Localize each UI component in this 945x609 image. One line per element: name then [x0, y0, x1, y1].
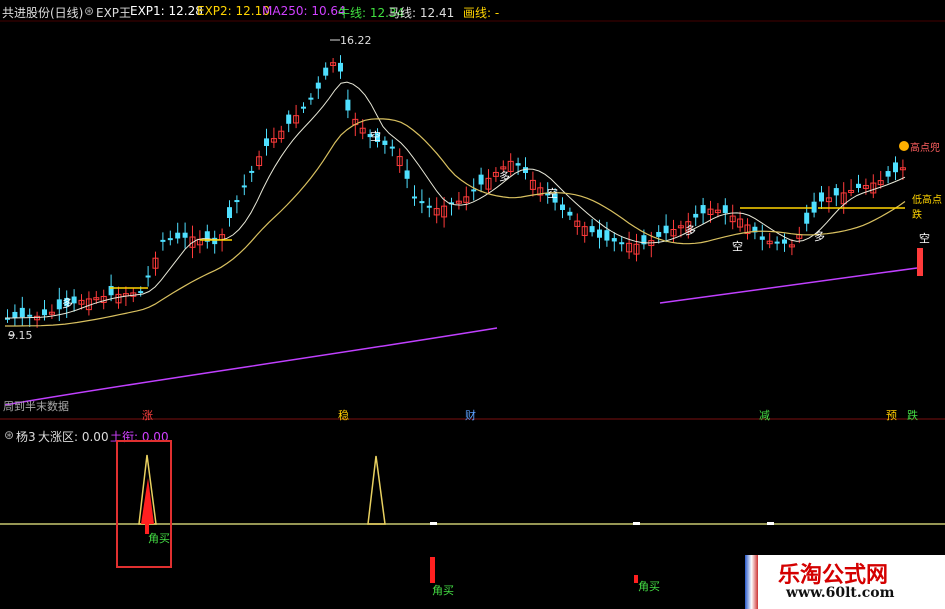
buy-signal-label: 角买	[432, 584, 454, 597]
candle-body-down	[160, 239, 166, 242]
candle-body-down	[893, 162, 898, 173]
candle-body-down	[138, 291, 144, 294]
candle-body-down	[611, 238, 617, 242]
candle-body-down	[264, 138, 269, 146]
candle-body-down	[227, 207, 232, 218]
watermark-url: www.60lt.com	[786, 585, 895, 601]
buy-bar	[430, 557, 435, 583]
candle-body-down	[12, 311, 18, 318]
candle-body-down	[389, 146, 395, 149]
candle-body-down	[885, 171, 891, 177]
duo-marker: 多	[62, 297, 73, 310]
candle-body-down	[478, 174, 484, 185]
candle-body-down	[515, 163, 521, 166]
candle-body-down	[323, 67, 329, 76]
tick-mark	[430, 522, 437, 525]
candle-body-down	[782, 239, 787, 244]
candle-body-down	[27, 314, 33, 317]
candle-body-down	[722, 205, 728, 214]
candle-body-down	[560, 204, 565, 210]
watermark-logo-strip	[745, 555, 758, 609]
candle-body-down	[412, 196, 417, 199]
candle-body-down	[167, 238, 173, 241]
candle-body-down	[774, 241, 780, 244]
candle-body-down	[604, 230, 610, 241]
tick-mark	[767, 522, 774, 525]
kong-marker: 空	[919, 232, 930, 245]
candle-body-down	[693, 213, 699, 218]
ma-yellow-line	[5, 118, 906, 327]
candle-body-down	[308, 97, 314, 100]
candle-body-down	[567, 211, 573, 216]
candle-body-down	[182, 232, 188, 238]
ma250-line	[659, 267, 918, 304]
candle-body-down	[833, 188, 839, 196]
high-price-label: 16.22	[340, 34, 372, 47]
candle-body-down	[811, 201, 817, 213]
kong-marker: 空	[547, 187, 558, 200]
candle-body-down	[597, 229, 602, 238]
candle-body-down	[819, 192, 824, 202]
candle-body-down	[241, 185, 247, 188]
candlestick-chart[interactable]	[0, 0, 945, 420]
candle-body-down	[382, 140, 388, 145]
buy-signal-label: 角买	[638, 580, 660, 593]
candle-body-down	[42, 309, 47, 316]
duo-marker: 多	[499, 170, 510, 183]
duo-marker: 多	[685, 224, 696, 237]
candle-body-down	[759, 236, 765, 240]
duo-marker: 多	[814, 230, 825, 243]
candle-body-down	[286, 114, 292, 124]
candle-body-down	[589, 226, 595, 233]
candle-body-down	[315, 82, 321, 89]
data-note: 周到半末数据	[3, 400, 69, 413]
candle-body-down	[663, 225, 669, 234]
candle-body-down	[338, 62, 343, 72]
di-gao-marker: 低高点跌	[912, 195, 942, 221]
ma-white-line	[5, 81, 906, 319]
buy-signal-label: 角买	[148, 532, 170, 545]
candle-body-down	[656, 231, 662, 237]
candle-body-down	[145, 275, 151, 278]
candle-body-down	[301, 106, 306, 109]
watermark-banner: 乐淘公式网 www.60lt.com	[758, 555, 945, 609]
kong-marker: 空	[370, 130, 381, 143]
highlight-box	[116, 440, 172, 568]
candle-body-up	[917, 248, 923, 276]
candle-body-down	[619, 242, 625, 245]
gao-dian-marker: 高点兜	[910, 143, 940, 154]
ma250-line	[4, 327, 498, 406]
candle-body-down	[345, 99, 351, 111]
candle-body-down	[234, 200, 240, 203]
candle-body-down	[804, 212, 810, 224]
candle-body-down	[856, 183, 861, 188]
candle-body-down	[404, 170, 410, 179]
spike-yellow	[367, 455, 386, 525]
candle-body-down	[700, 205, 706, 214]
candle-body-down	[212, 237, 218, 245]
kong-marker: 空	[732, 240, 743, 253]
candle-body-down	[419, 201, 425, 204]
candle-body-down	[175, 232, 181, 239]
candle-body-down	[249, 170, 255, 173]
candle-body-down	[471, 189, 477, 192]
main-chart-panel[interactable]: 共进股份(日线) ⊛ EXP王 EXP1: 12.28 EXP2: 12.10 …	[0, 0, 945, 422]
low-price-label: 9.15	[8, 329, 33, 342]
candle-body-down	[426, 205, 432, 208]
candle-body-down	[19, 307, 25, 318]
tick-mark	[633, 522, 640, 525]
